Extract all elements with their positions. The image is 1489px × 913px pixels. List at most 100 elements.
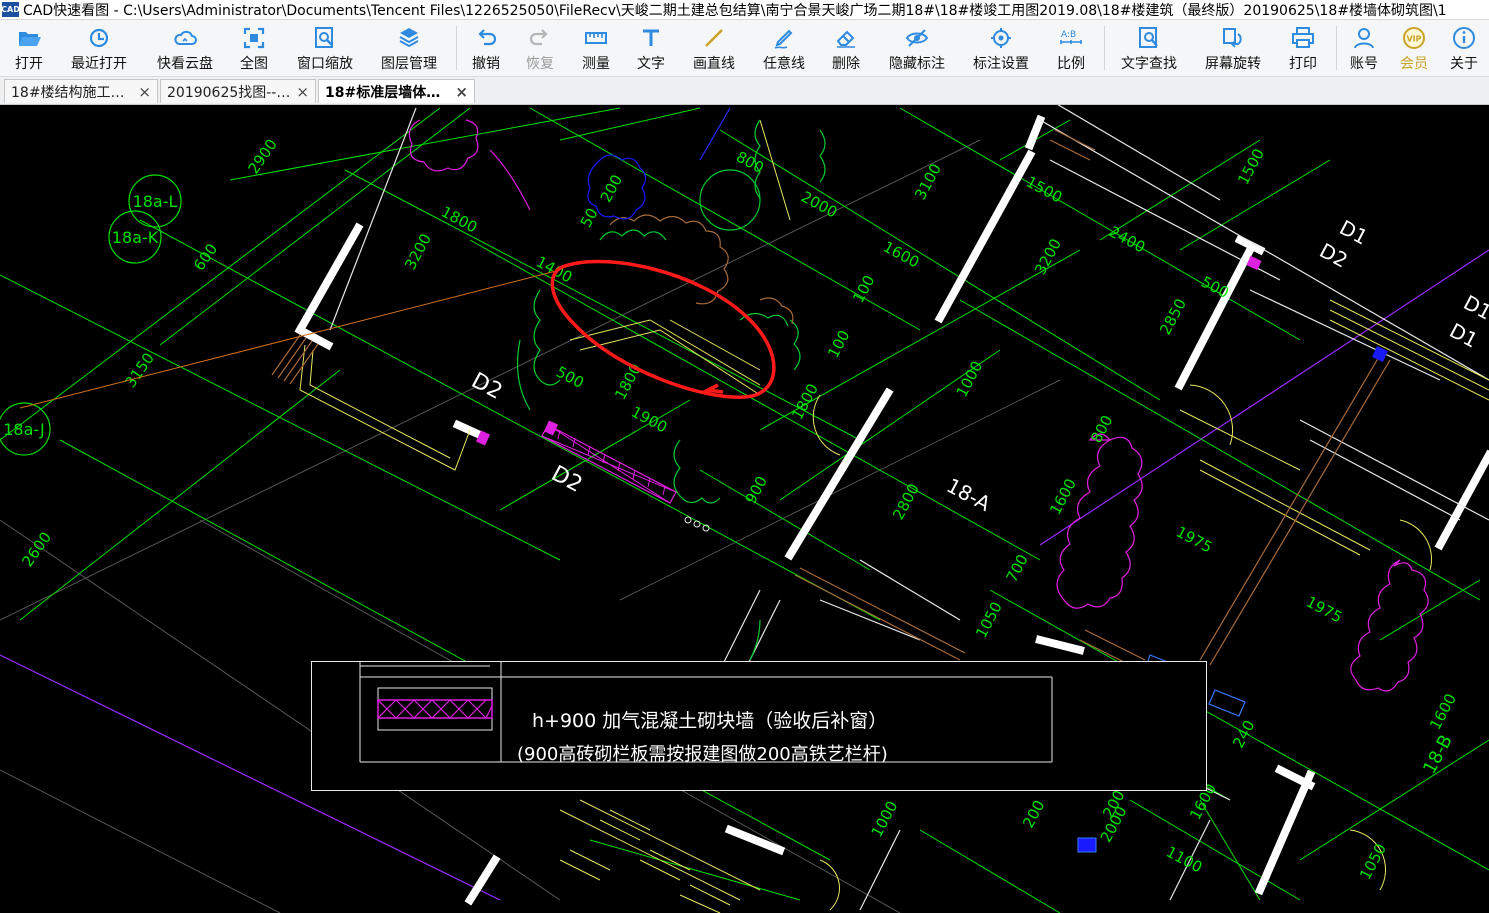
toolbar-separator — [456, 26, 457, 70]
svg-text:1050: 1050 — [972, 599, 1006, 641]
svg-text:100: 100 — [849, 272, 878, 306]
svg-text:2400: 2400 — [1106, 223, 1148, 257]
window-zoom-button[interactable]: 窗口缩放 — [290, 20, 360, 76]
svg-text:1975: 1975 — [1303, 593, 1345, 627]
screen-rotate-button[interactable]: 屏幕旋转 — [1198, 20, 1268, 76]
about-button[interactable]: 关于 — [1444, 20, 1484, 76]
redo-icon — [529, 29, 548, 46]
tab-standard-floor-wall[interactable]: 18#标准层墙体… × — [318, 79, 475, 103]
annotation-settings-button[interactable]: 标注设置 — [966, 20, 1036, 76]
svg-text:1600: 1600 — [880, 238, 922, 272]
svg-text:240: 240 — [1229, 717, 1258, 751]
layer-manager-button[interactable]: 图层管理 — [374, 20, 444, 76]
svg-text:1500: 1500 — [1234, 146, 1268, 188]
tab-label: 18#标准层墙体… — [325, 84, 441, 101]
svg-text:D1: D1 — [1460, 290, 1489, 324]
svg-text:D2: D2 — [1316, 238, 1352, 272]
svg-text:200: 200 — [597, 172, 626, 206]
svg-text:18-B: 18-B — [1419, 731, 1457, 777]
svg-text:100: 100 — [824, 327, 853, 361]
scale-button[interactable]: A:B 比例 — [1051, 20, 1091, 76]
svg-text:D2: D2 — [547, 461, 586, 498]
svg-text:18a-J: 18a-J — [3, 420, 45, 439]
svg-text:1500: 1500 — [1023, 173, 1065, 207]
folder-open-icon — [19, 32, 41, 46]
drawing-canvas[interactable]: 2900 600 3150 2600 1800 3200 1400 500 18… — [0, 105, 1489, 913]
recent-open-button[interactable]: 最近打开 — [64, 20, 134, 76]
window-title: CAD快速看图 - C:\Users\Administrator\Documen… — [23, 2, 1447, 19]
text-button[interactable]: 文字 — [631, 20, 671, 76]
title-bar: CAD CAD快速看图 - C:\Users\Administrator\Doc… — [0, 0, 1489, 20]
tab-find-drawing[interactable]: 20190625找图--… × — [160, 79, 316, 103]
cloud-drive-button[interactable]: 快看云盘 — [150, 20, 220, 76]
line-icon — [705, 29, 723, 47]
svg-text:2800: 2800 — [889, 481, 923, 523]
svg-text:800: 800 — [1087, 412, 1116, 446]
app-logo-icon: CAD — [1, 2, 20, 17]
legend-panel: h+900 加气混凝土砌块墙（验收后补窗） (900高砖砌栏板需按报建图做200… — [311, 661, 1207, 791]
svg-text:50: 50 — [577, 205, 602, 230]
toolbar-separator — [1336, 26, 1337, 70]
toolbar-separator — [1104, 26, 1105, 70]
svg-text:3200: 3200 — [1031, 236, 1065, 278]
freehand-pen-icon — [774, 29, 793, 49]
document-tab-bar: 18#楼结构施工… × 20190625找图--… × 18#标准层墙体… × — [0, 77, 1489, 105]
svg-text:3200: 3200 — [401, 231, 435, 273]
svg-text:3150: 3150 — [121, 349, 158, 391]
svg-text:200: 200 — [1019, 797, 1048, 831]
svg-text:500: 500 — [553, 363, 587, 392]
svg-text:1000: 1000 — [868, 798, 902, 840]
info-icon — [1453, 27, 1475, 49]
svg-text:900: 900 — [742, 473, 771, 507]
printer-icon — [1292, 27, 1314, 48]
cloud-icon — [174, 30, 197, 45]
undo-icon — [478, 29, 497, 46]
svg-text:1975: 1975 — [1173, 523, 1215, 557]
window-zoom-icon — [315, 27, 333, 48]
screen-rotate-icon — [1223, 28, 1242, 48]
redo-button[interactable]: 恢复 — [520, 20, 560, 76]
annotation-settings-icon — [991, 28, 1011, 48]
close-tab-icon[interactable]: × — [296, 83, 309, 101]
measure-button[interactable]: 测量 — [576, 20, 616, 76]
svg-text:18a-L: 18a-L — [133, 192, 178, 211]
tab-label: 20190625找图--… — [167, 84, 291, 101]
text-icon — [643, 29, 659, 46]
tab-label: 18#楼结构施工… — [11, 84, 125, 101]
axis-line — [1039, 249, 1489, 546]
close-tab-icon[interactable]: × — [138, 83, 151, 101]
svg-text:18a-K: 18a-K — [112, 228, 159, 247]
text-search-button[interactable]: 文字查找 — [1114, 20, 1184, 76]
draw-line-button[interactable]: 画直线 — [686, 20, 742, 76]
svg-text:1600: 1600 — [1046, 476, 1080, 518]
svg-text:1900: 1900 — [628, 403, 670, 437]
main-toolbar: 打开 最近打开 快看云盘 全图 窗口缩放 图层管理 撤销 恢复 测量 文字 画直… — [0, 20, 1489, 77]
layers-icon — [399, 28, 419, 48]
text-search-icon — [1139, 27, 1158, 48]
freehand-line-button[interactable]: 任意线 — [756, 20, 812, 76]
svg-text:2600: 2600 — [18, 529, 55, 571]
landscape-plants — [516, 119, 826, 661]
vip-member-button[interactable]: VIP 会员 — [1394, 20, 1434, 76]
account-button[interactable]: 账号 — [1344, 20, 1384, 76]
ruler-icon — [585, 32, 607, 44]
svg-text:600: 600 — [190, 240, 221, 274]
legend-line-2: (900高砖砌栏板需按报建图做200高铁艺栏杆) — [517, 744, 888, 765]
svg-text:A:B: A:B — [1061, 30, 1076, 40]
tab-structure-drawing[interactable]: 18#楼结构施工… × — [4, 79, 158, 103]
vip-icon: VIP — [1403, 27, 1425, 49]
fit-all-button[interactable]: 全图 — [234, 20, 274, 76]
svg-text:700: 700 — [1003, 551, 1032, 585]
undo-button[interactable]: 撤销 — [466, 20, 506, 76]
open-button[interactable]: 打开 — [6, 20, 52, 76]
close-tab-icon[interactable]: × — [455, 83, 468, 101]
svg-text:1800: 1800 — [788, 381, 822, 423]
hide-eye-icon — [905, 29, 929, 47]
svg-text:1800: 1800 — [611, 361, 645, 403]
scale-icon: A:B — [1060, 30, 1082, 44]
print-button[interactable]: 打印 — [1283, 20, 1323, 76]
legend-hatch-swatch — [377, 699, 493, 719]
hide-annotations-button[interactable]: 隐藏标注 — [882, 20, 952, 76]
eraser-icon — [836, 30, 855, 48]
delete-button[interactable]: 删除 — [826, 20, 866, 76]
